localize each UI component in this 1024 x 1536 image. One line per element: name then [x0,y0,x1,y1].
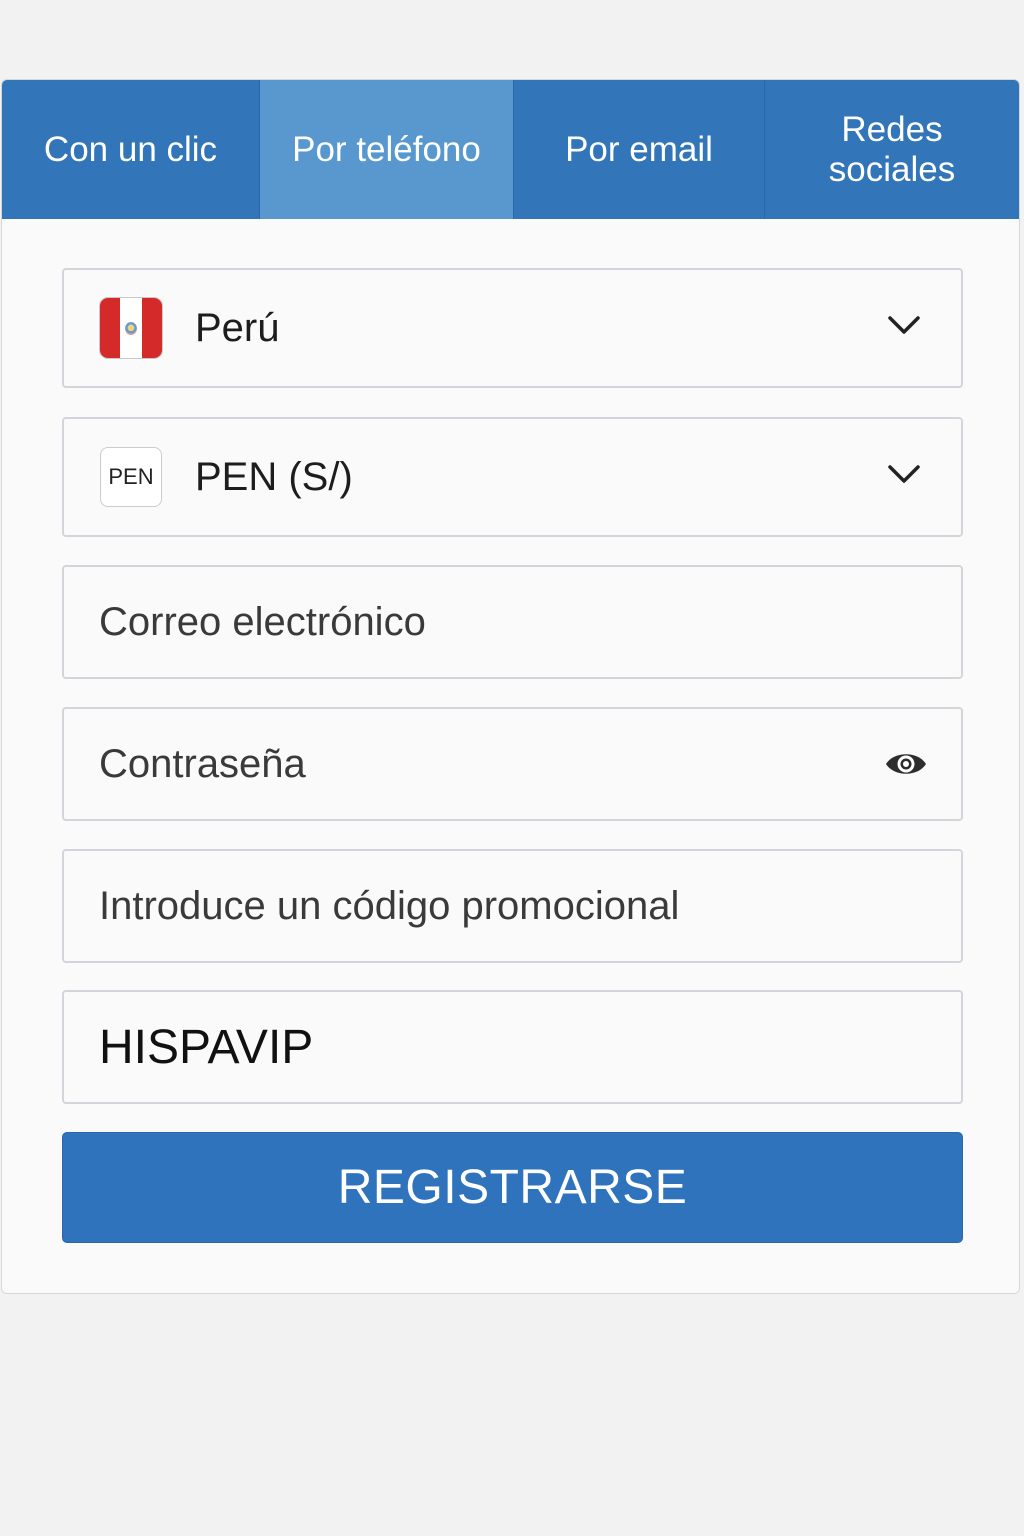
email-placeholder: Correo electrónico [99,599,426,644]
register-button[interactable]: REGISTRARSE [62,1132,963,1243]
tab-social[interactable]: Redes sociales [764,80,1019,219]
promo-placeholder: Introduce un código promocional [99,883,680,928]
tab-email[interactable]: Por email [513,80,764,219]
currency-badge: PEN [100,447,162,507]
promo-code-field[interactable]: Introduce un código promocional [62,849,963,963]
peru-flag-icon [100,298,162,358]
promo-code-value: HISPAVIP [99,1020,314,1074]
password-placeholder: Contraseña [99,741,306,786]
password-field[interactable]: Contraseña [62,707,963,821]
tab-phone[interactable]: Por teléfono [259,80,513,219]
promo-code-input[interactable]: HISPAVIP [62,990,963,1104]
country-select[interactable]: Perú [62,268,963,388]
registration-card: Con un clic Por teléfono Por email Redes… [1,79,1020,1294]
registration-tabs: Con un clic Por teléfono Por email Redes… [2,80,1019,219]
chevron-down-icon [888,465,920,483]
currency-select[interactable]: PEN PEN (S/) [62,417,963,537]
email-field[interactable]: Correo electrónico [62,565,963,679]
country-value: Perú [195,305,280,350]
currency-value: PEN (S/) [195,454,353,499]
chevron-down-icon [888,316,920,334]
eye-icon[interactable] [884,747,928,781]
tab-one-click[interactable]: Con un clic [2,80,259,219]
